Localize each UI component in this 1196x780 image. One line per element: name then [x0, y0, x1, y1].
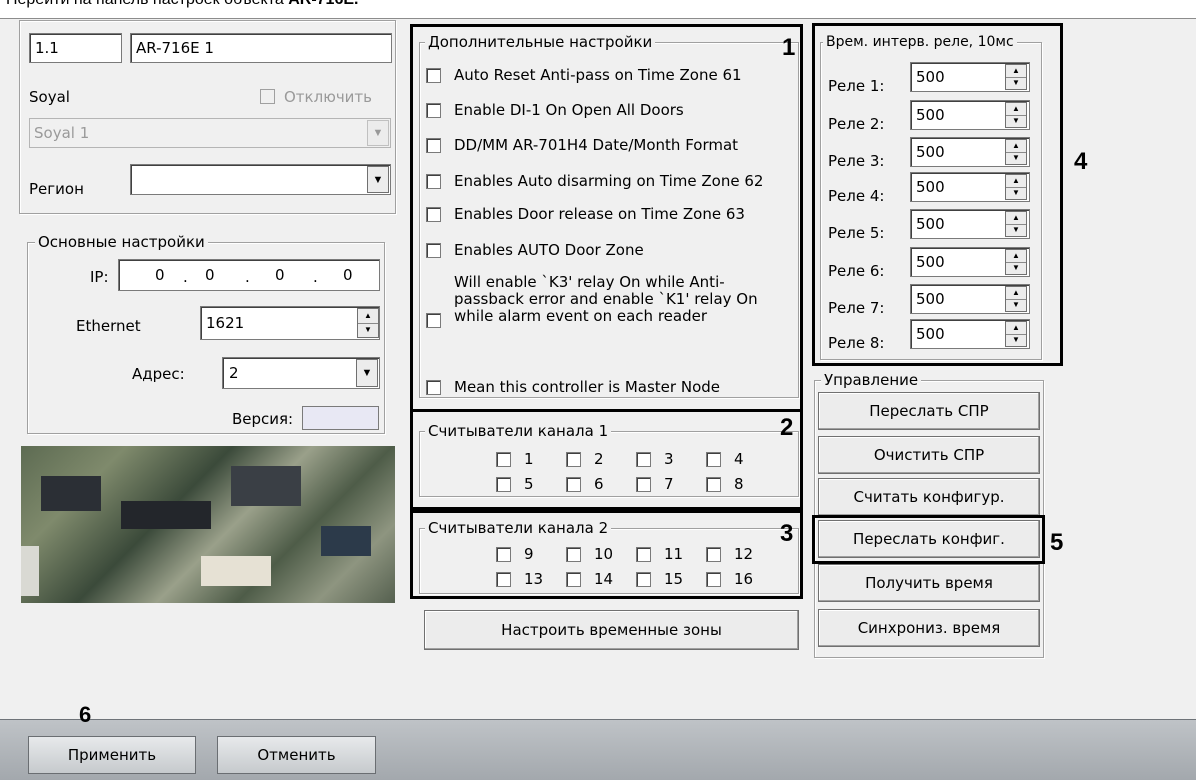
- sync-time-button[interactable]: Синхрониз. время: [818, 609, 1040, 647]
- ip-field[interactable]: 0 . 0 . 0 . 0: [118, 259, 380, 291]
- object-name-field[interactable]: AR-716E 1: [130, 33, 392, 63]
- ip-label: IP:: [90, 268, 109, 286]
- parent-select[interactable]: Soyal 1 ▼: [29, 118, 391, 148]
- clear-spr-button[interactable]: Очистить СПР: [818, 436, 1040, 474]
- caption-text: Перейти на панель настроек объекта: [6, 0, 288, 8]
- callout-frame-4: [812, 23, 1063, 366]
- address-select-value: 2: [229, 364, 239, 382]
- callout-number-3: 3: [780, 520, 794, 547]
- chevron-down-icon[interactable]: ▼: [356, 359, 378, 387]
- ip-octet-1: 0: [155, 266, 165, 284]
- control-title: Управление: [821, 371, 922, 389]
- callout-number-6: 6: [79, 702, 92, 727]
- callout-number-5: 5: [1050, 529, 1064, 556]
- parent-select-value: Soyal 1: [34, 124, 90, 142]
- callout-frame-3: [410, 510, 803, 599]
- basic-settings-title: Основные настройки: [35, 233, 208, 251]
- device-photo: [21, 446, 395, 603]
- ethernet-label: Ethernet: [76, 317, 141, 335]
- ip-dot: .: [245, 268, 250, 286]
- ip-octet-3: 0: [275, 266, 285, 284]
- read-config-button[interactable]: Считать конфигур.: [818, 478, 1040, 516]
- version-field: [302, 406, 379, 430]
- configure-time-zones-button[interactable]: Настроить временные зоны: [424, 610, 799, 650]
- page-caption: Перейти на панель настроек объекта AR-71…: [0, 0, 1196, 20]
- ip-dot: .: [183, 268, 188, 286]
- callout-number-1: 1: [782, 34, 796, 61]
- spin-arrows-icon[interactable]: ▲ ▼: [357, 308, 379, 338]
- ip-octet-4: 0: [343, 266, 353, 284]
- cancel-button[interactable]: Отменить: [217, 736, 376, 774]
- ethernet-port-field[interactable]: 1621: [200, 306, 380, 340]
- address-label: Адрес:: [132, 365, 185, 383]
- region-label: Регион: [29, 180, 84, 198]
- callout-number-2: 2: [780, 414, 794, 441]
- get-time-button[interactable]: Получить время: [818, 564, 1040, 602]
- apply-button[interactable]: Применить: [28, 736, 196, 774]
- send-spr-button[interactable]: Переслать СПР: [818, 392, 1040, 430]
- disable-checkbox[interactable]: [260, 89, 275, 104]
- ip-dot: .: [313, 268, 318, 286]
- object-id-field[interactable]: 1.1: [29, 33, 122, 63]
- address-select[interactable]: 2 ▼: [222, 357, 380, 389]
- callout-frame-2: [410, 409, 803, 510]
- version-label: Версия:: [232, 410, 294, 428]
- callout-number-4: 4: [1074, 148, 1088, 175]
- callout-frame-5: [812, 515, 1045, 564]
- parent-label: Soyal: [29, 88, 70, 106]
- ip-octet-2: 0: [205, 266, 215, 284]
- chevron-down-icon[interactable]: ▼: [367, 166, 389, 193]
- disable-label: Отключить: [284, 88, 373, 106]
- chevron-down-icon[interactable]: ▼: [367, 120, 389, 146]
- region-select[interactable]: ▼: [130, 164, 391, 195]
- caption-object: AR-716E.: [288, 0, 358, 8]
- callout-frame-1: [410, 24, 803, 412]
